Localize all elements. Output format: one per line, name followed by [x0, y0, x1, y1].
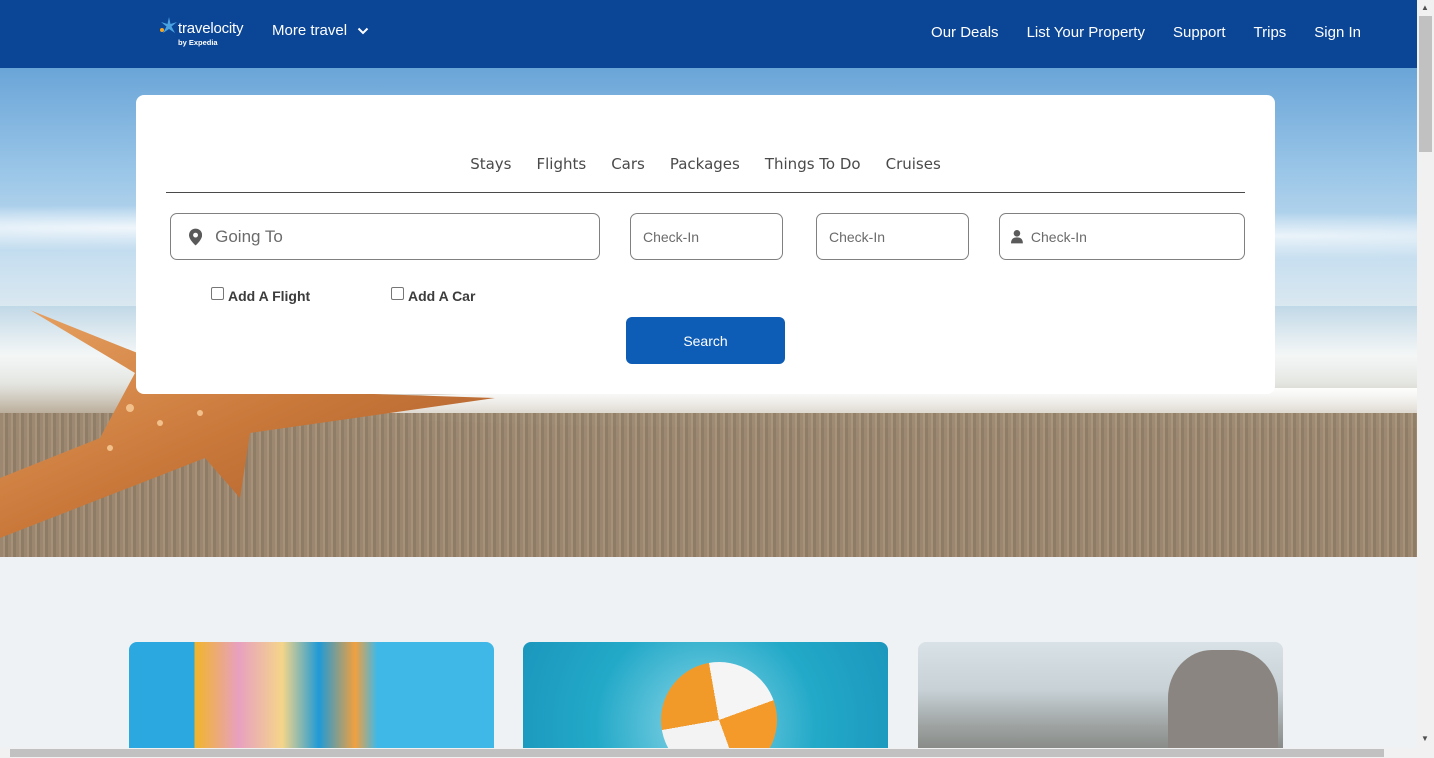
nav-list-your-property[interactable]: List Your Property — [1027, 24, 1145, 41]
chevron-down-icon — [357, 27, 369, 34]
check-in-field[interactable] — [630, 213, 783, 260]
scroll-down-arrow-icon[interactable]: ▼ — [1421, 734, 1429, 743]
add-flight-checkbox-box[interactable] — [211, 287, 224, 300]
page: travelocity by Expedia More travel Our D… — [0, 0, 1417, 748]
tab-things-to-do[interactable]: Things To Do — [765, 155, 861, 192]
add-flight-checkbox[interactable]: Add A Flight — [211, 287, 311, 304]
tab-cruises[interactable]: Cruises — [886, 155, 941, 192]
search-tabs: Stays Flights Cars Packages Things To Do… — [166, 155, 1245, 193]
nav-support[interactable]: Support — [1173, 24, 1226, 41]
search-button[interactable]: Search — [626, 317, 785, 364]
top-navigation-bar: travelocity by Expedia More travel Our D… — [0, 0, 1417, 68]
rock-formation-image — [1168, 650, 1278, 748]
horizontal-scrollbar[interactable] — [0, 748, 1417, 758]
nav-sign-in[interactable]: Sign In — [1314, 24, 1361, 41]
check-out-field[interactable] — [816, 213, 969, 260]
beach-ball-image — [661, 662, 777, 748]
nav-our-deals[interactable]: Our Deals — [931, 24, 999, 41]
vertical-scrollbar-thumb[interactable] — [1419, 16, 1432, 152]
add-car-checkbox[interactable]: Add A Car — [391, 287, 476, 304]
more-travel-label: More travel — [272, 22, 348, 39]
check-in-input[interactable] — [643, 228, 782, 245]
add-flight-label: Add A Flight — [228, 288, 311, 304]
tab-flights[interactable]: Flights — [537, 155, 587, 192]
person-icon — [1011, 230, 1023, 244]
travelocity-star-logo — [160, 17, 177, 33]
tab-cars[interactable]: Cars — [611, 155, 645, 192]
travelers-field[interactable] — [999, 213, 1245, 260]
scroll-up-arrow-icon[interactable]: ▲ — [1421, 3, 1429, 12]
check-out-input[interactable] — [829, 228, 968, 245]
promo-card-pool-ball[interactable] — [523, 642, 888, 748]
nav-trips[interactable]: Trips — [1254, 24, 1287, 41]
going-to-input[interactable] — [215, 226, 599, 247]
add-car-label: Add A Car — [408, 288, 476, 304]
going-to-field[interactable] — [170, 213, 600, 260]
horizontal-scrollbar-thumb[interactable] — [10, 749, 1384, 757]
header-nav: Our Deals List Your Property Support Tri… — [931, 24, 1361, 41]
tab-stays[interactable]: Stays — [470, 155, 511, 192]
vertical-scrollbar[interactable]: ▲ ▼ — [1417, 0, 1434, 758]
logo-byline: by Expedia — [178, 38, 218, 47]
add-car-checkbox-box[interactable] — [391, 287, 404, 300]
more-travel-dropdown[interactable]: More travel — [272, 22, 369, 39]
travelocity-logo[interactable]: travelocity by Expedia — [158, 14, 254, 50]
logo-wordmark: travelocity — [178, 20, 244, 37]
tab-packages[interactable]: Packages — [670, 155, 740, 192]
search-card: Stays Flights Cars Packages Things To Do… — [136, 95, 1275, 394]
promo-card-adventure-bridge[interactable] — [918, 642, 1283, 748]
map-pin-icon — [189, 228, 203, 245]
promo-card-colorful-houses[interactable] — [129, 642, 494, 748]
travelers-input[interactable] — [1030, 228, 1244, 245]
